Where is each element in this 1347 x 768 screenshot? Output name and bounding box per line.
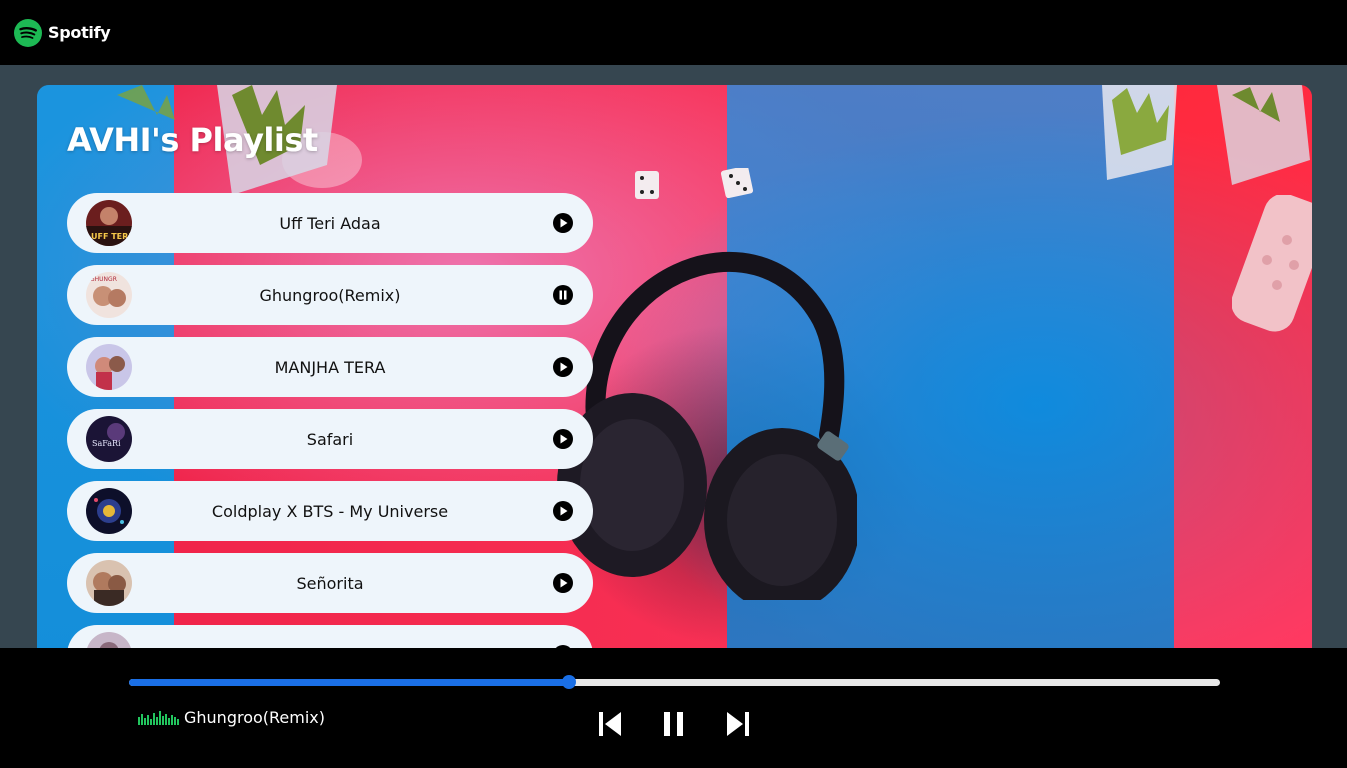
play-icon[interactable] bbox=[553, 429, 573, 449]
play-icon[interactable] bbox=[553, 213, 573, 233]
song-title: MANJHA TERA bbox=[274, 357, 386, 377]
equalizer-icon bbox=[138, 710, 179, 725]
song-title: Ghungroo(Remix) bbox=[259, 285, 401, 305]
next-icon[interactable] bbox=[726, 710, 750, 738]
top-navbar: Spotify bbox=[0, 0, 1347, 65]
playlist-container: AVHI's Playlist UFF TERI Uff Teri Adaa G… bbox=[37, 85, 1312, 668]
dice-image bbox=[635, 168, 760, 208]
playlist-title: AVHI's Playlist bbox=[67, 121, 318, 159]
song-item-uff-teri-adaa[interactable]: UFF TERI Uff Teri Adaa bbox=[67, 193, 593, 253]
brand[interactable]: Spotify bbox=[13, 18, 111, 48]
song-item-manjha-tera[interactable]: MANJHA TERA bbox=[67, 337, 593, 397]
previous-icon[interactable] bbox=[598, 710, 622, 738]
play-icon[interactable] bbox=[553, 573, 573, 593]
progress-fill bbox=[129, 679, 569, 686]
song-title: Señorita bbox=[296, 573, 364, 593]
pause-icon[interactable] bbox=[662, 710, 686, 738]
song-item-safari[interactable]: SaFaRi Safari bbox=[67, 409, 593, 469]
plant-pot-image-right bbox=[1082, 85, 1312, 195]
song-title: Safari bbox=[306, 429, 354, 449]
progress-thumb[interactable] bbox=[561, 675, 576, 689]
pause-icon[interactable] bbox=[553, 285, 573, 305]
play-icon[interactable] bbox=[553, 501, 573, 521]
song-item-my-universe[interactable]: Coldplay X BTS - My Universe bbox=[67, 481, 593, 541]
spotify-logo-icon bbox=[14, 18, 42, 47]
player-controls bbox=[598, 710, 750, 738]
brand-name: Spotify bbox=[48, 23, 111, 42]
remote-image bbox=[1232, 195, 1312, 335]
song-title: Uff Teri Adaa bbox=[279, 213, 381, 233]
song-list[interactable]: UFF TERI Uff Teri Adaa GHUNGR Ghungroo(R… bbox=[67, 193, 593, 668]
play-icon[interactable] bbox=[553, 357, 573, 377]
song-title: Coldplay X BTS - My Universe bbox=[211, 501, 449, 521]
song-item-senorita[interactable]: Señorita bbox=[67, 553, 593, 613]
song-item-ghungroo-remix[interactable]: GHUNGR Ghungroo(Remix) bbox=[67, 265, 593, 325]
now-playing: Ghungroo(Remix) bbox=[138, 708, 325, 727]
player-bar: Ghungroo(Remix) bbox=[0, 648, 1347, 768]
progress-bar[interactable] bbox=[129, 675, 1220, 689]
now-playing-title: Ghungroo(Remix) bbox=[184, 708, 326, 727]
